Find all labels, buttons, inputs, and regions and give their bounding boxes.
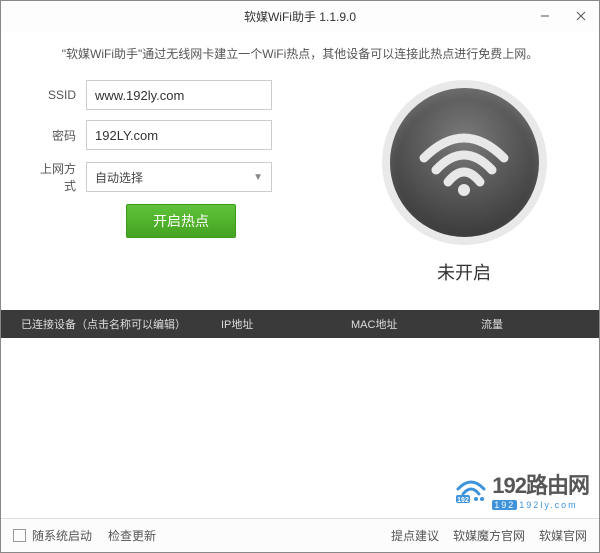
mofang-link[interactable]: 软媒魔方官网	[453, 527, 525, 544]
check-update-label: 检查更新	[108, 527, 156, 544]
wifi-logo-icon: 192	[454, 475, 488, 503]
autostart-checkbox[interactable]: 随系统启动	[13, 527, 92, 544]
checkbox-icon	[13, 529, 26, 542]
close-icon	[576, 11, 586, 21]
status-column: 未开启	[349, 80, 579, 310]
connection-select[interactable]: 自动选择 ▼	[86, 162, 272, 192]
connection-value: 自动选择	[95, 169, 143, 186]
connection-label: 上网方式	[31, 160, 86, 194]
window-title: 软媒WiFi助手 1.1.9.0	[244, 8, 356, 25]
footer: 随系统启动 检查更新 提点建议 软媒魔方官网 软媒官网	[1, 518, 599, 552]
status-text: 未开启	[437, 259, 491, 285]
chevron-down-icon: ▼	[253, 172, 263, 183]
password-label: 密码	[31, 127, 86, 144]
connection-row: 上网方式 自动选择 ▼	[31, 160, 349, 194]
close-button[interactable]	[563, 1, 599, 31]
ssid-row: SSID	[31, 80, 349, 110]
minimize-icon	[540, 11, 550, 21]
th-traffic: 流量	[481, 316, 581, 332]
ssid-label: SSID	[31, 88, 86, 102]
th-mac: MAC地址	[351, 316, 481, 332]
watermark-brand: 192路由网	[492, 473, 589, 498]
wifi-icon	[419, 128, 509, 198]
form-column: SSID 密码 上网方式 自动选择 ▼ 开启热点	[31, 80, 349, 310]
th-device: 已连接设备（点击名称可以编辑）	[1, 316, 221, 332]
title-bar: 软媒WiFi助手 1.1.9.0	[1, 1, 599, 31]
password-row: 密码	[31, 120, 349, 150]
svg-text:192: 192	[457, 497, 469, 503]
ruanmei-link[interactable]: 软媒官网	[539, 527, 587, 544]
suggest-link[interactable]: 提点建议	[391, 527, 439, 544]
wifi-status-circle	[382, 80, 547, 245]
password-input[interactable]	[86, 120, 272, 150]
description-text: "软媒WiFi助手"通过无线网卡建立一个WiFi热点，其他设备可以连接此热点进行…	[1, 31, 599, 80]
start-hotspot-button[interactable]: 开启热点	[126, 204, 236, 238]
main-panel: SSID 密码 上网方式 自动选择 ▼ 开启热点 未开启	[1, 80, 599, 310]
watermark: 192 192路由网 192192ly.com	[454, 468, 589, 510]
table-header: 已连接设备（点击名称可以编辑） IP地址 MAC地址 流量	[1, 310, 599, 338]
check-update-link[interactable]: 检查更新	[108, 527, 156, 544]
footer-links: 提点建议 软媒魔方官网 软媒官网	[391, 527, 587, 544]
start-button-label: 开启热点	[153, 211, 209, 231]
autostart-label: 随系统启动	[32, 527, 92, 544]
window-controls	[527, 1, 599, 31]
minimize-button[interactable]	[527, 1, 563, 31]
watermark-url: 192192ly.com	[492, 500, 589, 510]
th-ip: IP地址	[221, 316, 351, 332]
ssid-input[interactable]	[86, 80, 272, 110]
